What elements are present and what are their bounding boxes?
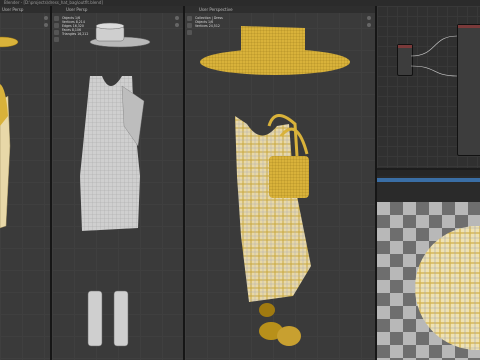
- viewport-left[interactable]: User Persp: [0, 6, 50, 360]
- viewport-right[interactable]: User Perspective Collection | Dress Obje…: [185, 6, 375, 360]
- shader-node-editor[interactable]: [377, 6, 480, 168]
- viewport-middle[interactable]: User Persp Objects 1/6 Vertices 8,214 Ed…: [52, 6, 183, 360]
- boots-mesh-grey: [87, 290, 129, 347]
- node-links: [410, 35, 458, 77]
- dress-partial: [0, 84, 11, 229]
- material-preview-panel[interactable]: [377, 170, 480, 360]
- preview-sphere: [415, 226, 480, 350]
- boots-textured: [259, 303, 301, 346]
